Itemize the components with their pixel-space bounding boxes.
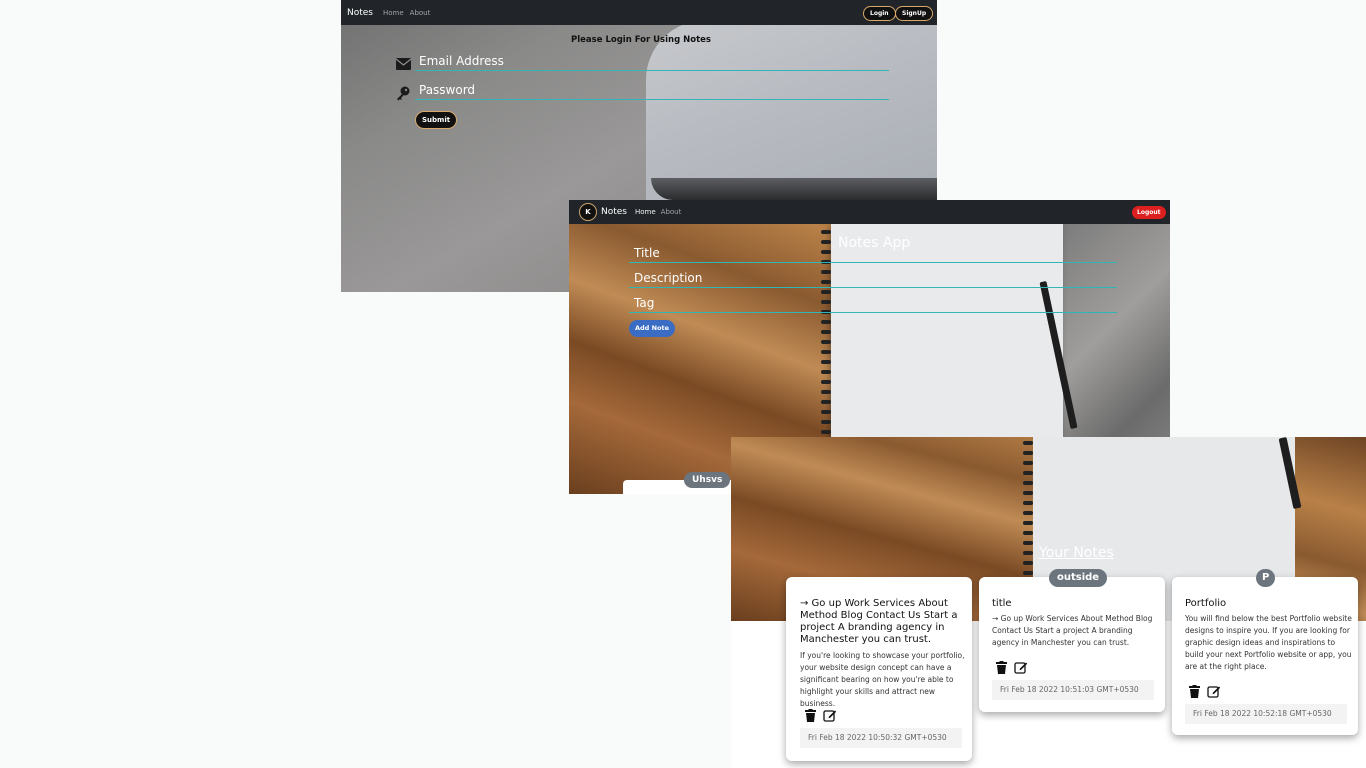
note-description: You will find below the best Portfolio w…: [1185, 614, 1352, 671]
trash-icon[interactable]: [996, 661, 1007, 674]
login-button[interactable]: Login: [863, 6, 896, 21]
note-date: Fri Feb 18 2022 10:50:32 GMT+0530: [800, 728, 962, 748]
note-description: → Go up Work Services About Method Blog …: [992, 614, 1153, 647]
note-card: P Portfolio You will find below the best…: [1172, 569, 1358, 735]
tag-badge: outside: [1049, 569, 1108, 587]
tag-field[interactable]: Tag: [634, 296, 654, 310]
note-date: Fri Feb 18 2022 10:52:18 GMT+0530: [1185, 704, 1347, 724]
nav-home[interactable]: Home: [383, 9, 404, 17]
navbar: Notes Home About: [341, 0, 937, 25]
note-card: → Go up Work Services About Method Blog …: [786, 577, 972, 761]
key-icon: [397, 86, 410, 101]
peek-tag-badge: Uhsvs: [684, 472, 731, 488]
edit-icon[interactable]: [1207, 684, 1221, 698]
submit-button[interactable]: Submit: [415, 111, 458, 129]
laptop-edge: [651, 178, 937, 200]
tag-underline: [629, 312, 1117, 313]
brand[interactable]: Notes: [347, 8, 373, 18]
brand-logo[interactable]: K: [579, 203, 597, 221]
your-notes-heading: Your Notes: [1039, 545, 1114, 561]
trash-icon[interactable]: [1189, 685, 1200, 698]
logout-button[interactable]: Logout: [1132, 206, 1166, 219]
description-field[interactable]: Description: [634, 271, 702, 285]
app-heading: Notes App: [838, 235, 911, 251]
note-card: outside title → Go up Work Services Abou…: [979, 569, 1165, 712]
nav-about[interactable]: About: [410, 9, 431, 17]
login-heading: Please Login For Using Notes: [571, 35, 711, 45]
edit-icon[interactable]: [1014, 660, 1028, 674]
signup-button[interactable]: SignUp: [895, 6, 934, 21]
email-underline: [415, 70, 889, 71]
notes-list-screenshot: Your Notes → Go up Work Services About M…: [731, 437, 1366, 768]
note-description: If you're looking to showcase your portf…: [800, 651, 965, 708]
note-title: title: [992, 598, 1012, 609]
password-underline: [415, 99, 889, 100]
description-underline: [629, 287, 1117, 288]
navbar: K Notes Home About: [569, 200, 1170, 224]
edit-icon[interactable]: [823, 708, 837, 722]
note-date: Fri Feb 18 2022 10:51:03 GMT+0530: [992, 680, 1154, 700]
nav-about[interactable]: About: [661, 208, 682, 216]
tag-badge: P: [1256, 569, 1276, 587]
nav-home[interactable]: Home: [635, 208, 656, 216]
envelope-icon: [396, 58, 411, 70]
add-note-button[interactable]: Add Note: [629, 320, 676, 337]
title-field[interactable]: Title: [634, 246, 660, 260]
email-field[interactable]: Email Address: [419, 54, 504, 68]
title-underline: [629, 262, 1117, 263]
note-title: Portfolio: [1185, 598, 1227, 609]
note-title: → Go up Work Services About Method Blog …: [800, 598, 958, 645]
brand[interactable]: Notes: [601, 207, 627, 217]
password-field[interactable]: Password: [419, 83, 475, 97]
trash-icon[interactable]: [805, 709, 816, 722]
